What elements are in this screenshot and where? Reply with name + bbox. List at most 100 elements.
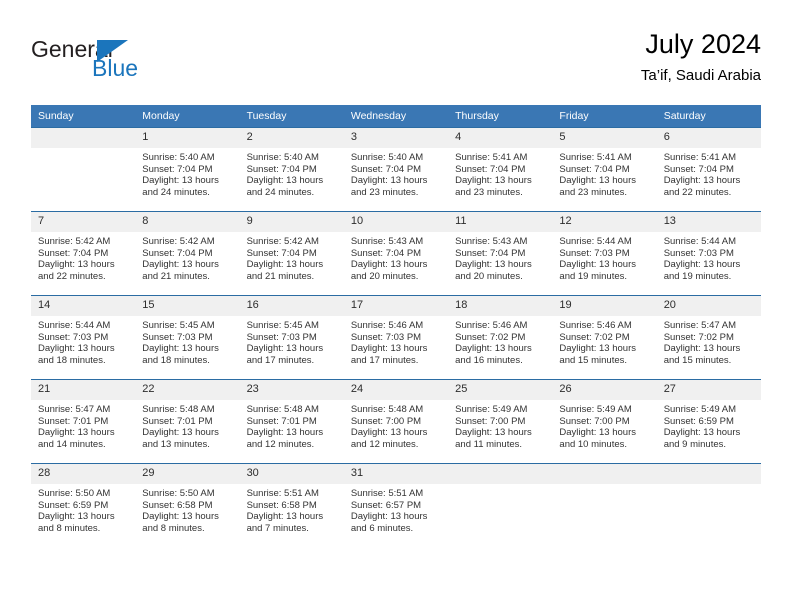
- daylight-text-line2: and 13 minutes.: [142, 438, 210, 450]
- calendar-day-cell[interactable]: 27 Sunrise: 5:49 AM Sunset: 6:59 PM Dayligh…: [656, 379, 761, 464]
- sunrise-text: Sunrise: 5:49 AM: [663, 404, 737, 415]
- calendar-day-cell[interactable]: 25 Sunrise: 5:49 AM Sunset: 7:00 PM Dayligh…: [448, 379, 553, 464]
- daylight-text-line2: and 20 minutes.: [455, 270, 523, 282]
- day-details: Sunrise: 5:43 AM Sunset: 7:04 PM Daylight:…: [344, 232, 448, 282]
- sunset-text: Sunset: 7:03 PM: [663, 247, 734, 259]
- sunrise-text: Sunrise: 5:48 AM: [350, 404, 424, 415]
- calendar-day-cell[interactable]: 12 Sunrise: 5:44 AM Sunset: 7:03 PM Dayligh…: [552, 211, 657, 296]
- day-details: Sunrise: 5:42 AM Sunset: 7:04 PM Daylight:…: [240, 232, 344, 282]
- daylight-text-line2: and 8 minutes.: [142, 522, 205, 534]
- daylight-text-line1: Daylight: 13 hours: [663, 259, 741, 271]
- day-details: Sunrise: 5:40 AM Sunset: 7:04 PM Daylight:…: [135, 148, 239, 198]
- daylight-text-line1: Daylight: 13 hours: [559, 175, 636, 187]
- calendar-day-cell[interactable]: 28 Sunrise: 5:50 AM Sunset: 6:59 PM Dayligh…: [31, 463, 136, 547]
- daylight-text-line1: Daylight: 13 hours: [455, 427, 532, 439]
- calendar-day-cell[interactable]: 15 Sunrise: 5:45 AM Sunset: 7:03 PM Dayligh…: [135, 295, 240, 380]
- day-number: 11: [448, 212, 553, 232]
- daylight-text-line1: Daylight: 13 hours: [246, 259, 324, 271]
- day-details: Sunrise: 5:46 AM Sunset: 7:02 PM Daylight:…: [448, 316, 552, 366]
- sunset-text: Sunset: 7:02 PM: [455, 331, 526, 343]
- daylight-text-line1: Daylight: 13 hours: [142, 511, 219, 523]
- daylight-text-line2: and 19 minutes.: [663, 270, 732, 282]
- sunrise-text: Sunrise: 5:45 AM: [142, 320, 215, 331]
- daylight-text-line2: and 18 minutes.: [142, 354, 210, 366]
- daylight-text-line1: Daylight: 13 hours: [663, 427, 741, 439]
- sunset-text: Sunset: 7:03 PM: [559, 247, 630, 259]
- calendar-day-cell[interactable]: 7 Sunrise: 5:42 AM Sunset: 7:04 PM Daylight…: [31, 211, 136, 296]
- day-number: 14: [31, 296, 136, 316]
- daylight-text-line2: and 24 minutes.: [142, 186, 210, 198]
- daylight-text-line2: and 18 minutes.: [38, 354, 106, 366]
- page-subtitle: Ta’if, Saudi Arabia: [640, 67, 761, 84]
- day-details: Sunrise: 5:50 AM Sunset: 6:58 PM Daylight:…: [135, 484, 239, 534]
- calendar-day-cell[interactable]: 19 Sunrise: 5:46 AM Sunset: 7:02 PM Dayligh…: [552, 295, 657, 380]
- calendar-week-row: 21 Sunrise: 5:47 AM Sunset: 7:01 PM Dayligh…: [31, 379, 761, 464]
- sunrise-text: Sunrise: 5:40 AM: [246, 152, 319, 163]
- column-header-saturday: Saturday: [656, 105, 761, 128]
- calendar-day-cell[interactable]: 20 Sunrise: 5:47 AM Sunset: 7:02 PM Dayligh…: [656, 295, 761, 380]
- calendar-day-cell[interactable]: 6 Sunrise: 5:41 AM Sunset: 7:04 PM Daylight…: [656, 127, 761, 212]
- sunset-text: Sunset: 7:01 PM: [246, 415, 317, 427]
- calendar-week-row: 14 Sunrise: 5:44 AM Sunset: 7:03 PM Dayligh…: [31, 295, 761, 380]
- daylight-text-line2: and 11 minutes.: [455, 438, 523, 450]
- day-details: Sunrise: 5:41 AM Sunset: 7:04 PM Daylight:…: [448, 148, 552, 198]
- sunrise-text: Sunrise: 5:48 AM: [142, 404, 215, 415]
- day-details: Sunrise: 5:51 AM Sunset: 6:58 PM Daylight:…: [240, 484, 344, 534]
- calendar-day-cell[interactable]: 24 Sunrise: 5:48 AM Sunset: 7:00 PM Dayligh…: [343, 379, 449, 464]
- calendar-day-cell[interactable]: 29 Sunrise: 5:50 AM Sunset: 6:58 PM Dayligh…: [135, 463, 240, 547]
- calendar-day-cell[interactable]: 3 Sunrise: 5:40 AM Sunset: 7:04 PM Daylight…: [343, 127, 449, 212]
- calendar-day-cell[interactable]: 31 Sunrise: 5:51 AM Sunset: 6:57 PM Dayligh…: [343, 463, 449, 547]
- day-number: 31: [343, 464, 449, 484]
- calendar-day-cell[interactable]: 26 Sunrise: 5:49 AM Sunset: 7:00 PM Dayligh…: [552, 379, 657, 464]
- day-number: 27: [656, 380, 761, 400]
- calendar-week-row: 7 Sunrise: 5:42 AM Sunset: 7:04 PM Daylight…: [31, 211, 761, 296]
- sunset-text: Sunset: 7:01 PM: [142, 415, 213, 427]
- column-header-sunday: Sunday: [31, 105, 136, 128]
- sunrise-text: Sunrise: 5:47 AM: [663, 320, 737, 331]
- calendar-day-cell[interactable]: 14 Sunrise: 5:44 AM Sunset: 7:03 PM Dayligh…: [31, 295, 136, 380]
- day-number: 23: [239, 380, 344, 400]
- calendar-cell-empty: [31, 127, 136, 212]
- calendar-day-cell[interactable]: 22 Sunrise: 5:48 AM Sunset: 7:01 PM Dayligh…: [135, 379, 240, 464]
- calendar-day-cell[interactable]: 9 Sunrise: 5:42 AM Sunset: 7:04 PM Daylight…: [239, 211, 344, 296]
- calendar-day-cell[interactable]: 21 Sunrise: 5:47 AM Sunset: 7:01 PM Dayligh…: [31, 379, 136, 464]
- daylight-text-line2: and 8 minutes.: [38, 522, 101, 534]
- daylight-text-line2: and 22 minutes.: [663, 186, 732, 198]
- column-header-tuesday: Tuesday: [239, 105, 344, 128]
- calendar-day-cell[interactable]: 11 Sunrise: 5:43 AM Sunset: 7:04 PM Dayligh…: [448, 211, 553, 296]
- daylight-text-line1: Daylight: 13 hours: [38, 259, 115, 271]
- daylight-text-line1: Daylight: 13 hours: [455, 175, 532, 187]
- sunset-text: Sunset: 7:02 PM: [663, 331, 734, 343]
- sunset-text: Sunset: 7:03 PM: [38, 331, 109, 343]
- daylight-text-line1: Daylight: 13 hours: [559, 343, 636, 355]
- sunset-text: Sunset: 7:00 PM: [350, 415, 422, 427]
- calendar-day-cell[interactable]: 8 Sunrise: 5:42 AM Sunset: 7:04 PM Daylight…: [135, 211, 240, 296]
- calendar-day-cell[interactable]: 30 Sunrise: 5:51 AM Sunset: 6:58 PM Dayligh…: [239, 463, 344, 547]
- calendar-day-cell[interactable]: 23 Sunrise: 5:48 AM Sunset: 7:01 PM Dayligh…: [239, 379, 344, 464]
- calendar-day-cell[interactable]: 18 Sunrise: 5:46 AM Sunset: 7:02 PM Dayligh…: [448, 295, 553, 380]
- calendar-day-cell[interactable]: 1 Sunrise: 5:40 AM Sunset: 7:04 PM Daylight…: [135, 127, 240, 212]
- day-number: 20: [656, 296, 761, 316]
- sunset-text: Sunset: 6:58 PM: [142, 499, 213, 511]
- calendar-day-cell[interactable]: 10 Sunrise: 5:43 AM Sunset: 7:04 PM Dayligh…: [343, 211, 449, 296]
- general-blue-logo: General Blue: [31, 36, 241, 92]
- daylight-text-line2: and 23 minutes.: [455, 186, 523, 198]
- logo-text-blue: Blue: [92, 55, 139, 81]
- day-number: 2: [239, 128, 344, 148]
- daylight-text-line2: and 19 minutes.: [559, 270, 628, 282]
- calendar-day-cell[interactable]: 16 Sunrise: 5:45 AM Sunset: 7:03 PM Dayligh…: [239, 295, 344, 380]
- sunrise-text: Sunrise: 5:42 AM: [142, 236, 215, 247]
- day-details: Sunrise: 5:47 AM Sunset: 7:02 PM Daylight:…: [657, 316, 761, 366]
- calendar-day-cell[interactable]: 5 Sunrise: 5:41 AM Sunset: 7:04 PM Daylight…: [552, 127, 657, 212]
- calendar-day-cell[interactable]: 2 Sunrise: 5:40 AM Sunset: 7:04 PM Daylight…: [239, 127, 344, 212]
- calendar-week-row: 28 Sunrise: 5:50 AM Sunset: 6:59 PM Dayligh…: [31, 463, 761, 547]
- calendar-day-cell[interactable]: 17 Sunrise: 5:46 AM Sunset: 7:03 PM Dayligh…: [343, 295, 449, 380]
- day-number: 29: [135, 464, 240, 484]
- day-details: Sunrise: 5:41 AM Sunset: 7:04 PM Daylight:…: [552, 148, 656, 198]
- sunrise-text: Sunrise: 5:40 AM: [350, 152, 424, 163]
- sunrise-text: Sunrise: 5:51 AM: [246, 488, 319, 499]
- calendar-day-cell[interactable]: 13 Sunrise: 5:44 AM Sunset: 7:03 PM Dayligh…: [656, 211, 761, 296]
- sunset-text: Sunset: 7:04 PM: [246, 247, 317, 259]
- calendar-day-cell[interactable]: 4 Sunrise: 5:41 AM Sunset: 7:04 PM Daylight…: [448, 127, 553, 212]
- sunrise-text: Sunrise: 5:44 AM: [38, 320, 111, 331]
